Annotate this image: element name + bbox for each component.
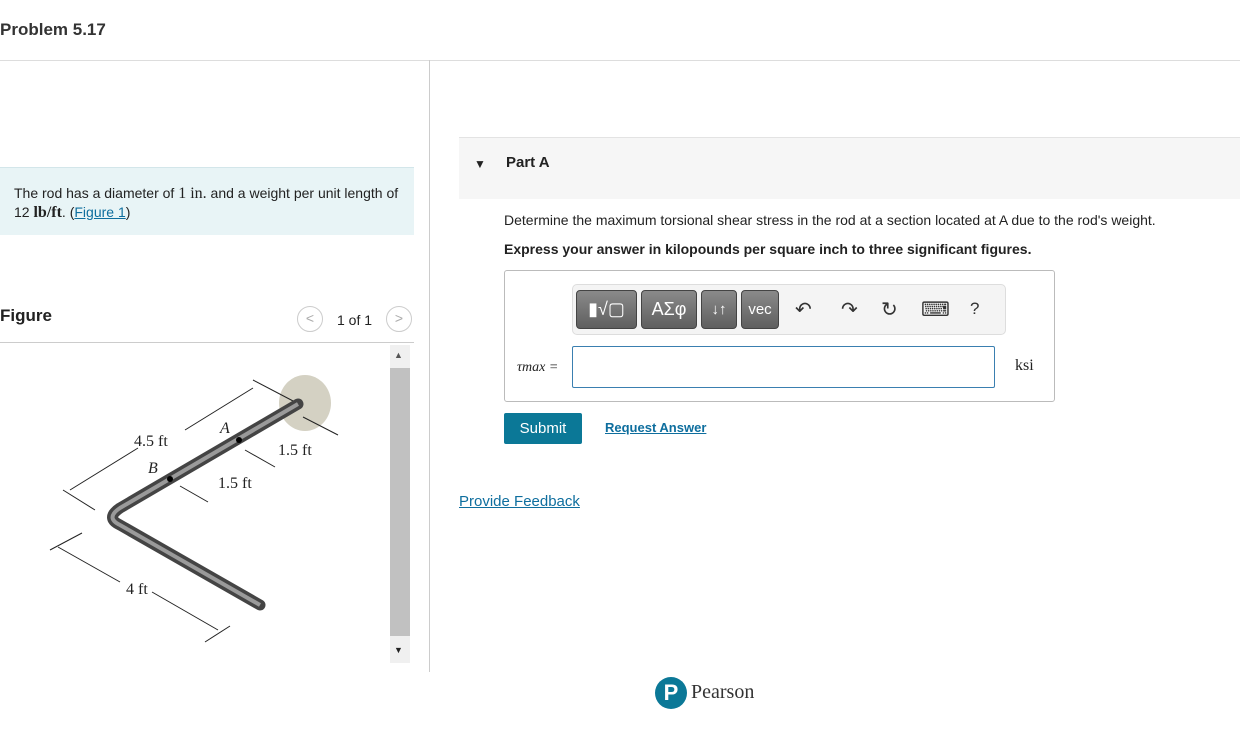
text: . ( bbox=[61, 204, 75, 220]
keyboard-icon[interactable]: ⌨ bbox=[921, 297, 950, 322]
next-figure-button[interactable]: > bbox=[386, 306, 412, 332]
collapse-caret-icon[interactable]: ▼ bbox=[474, 157, 486, 171]
reset-icon[interactable]: ↻ bbox=[881, 297, 898, 322]
redo-icon[interactable]: ↷ bbox=[841, 297, 858, 322]
rod-figure: 4.5 ft A B 1.5 ft 1.5 ft 4 ft bbox=[49, 375, 339, 643]
pearson-logo-icon: P bbox=[655, 677, 687, 709]
unit-label: ksi bbox=[1015, 357, 1034, 374]
problem-statement: The rod has a diameter of 1 in. and a we… bbox=[0, 167, 414, 235]
wall-support bbox=[279, 375, 331, 431]
answer-input[interactable] bbox=[572, 346, 995, 388]
submit-button[interactable]: Submit bbox=[504, 413, 582, 444]
point-b bbox=[167, 476, 173, 482]
diameter: 1 in. bbox=[178, 185, 207, 202]
label-a: A bbox=[219, 420, 230, 437]
greek-button[interactable]: ΑΣφ bbox=[641, 290, 697, 329]
question-text: Determine the maximum torsional shear st… bbox=[504, 212, 1156, 228]
figure-link[interactable]: Figure 1 bbox=[74, 204, 125, 220]
weight-unit: lb/ft bbox=[33, 204, 62, 221]
arrows-button[interactable]: ↓↑ bbox=[701, 290, 737, 329]
instruction-text: Express your answer in kilopounds per sq… bbox=[504, 241, 1032, 257]
scroll-up-icon[interactable]: ▲ bbox=[394, 350, 403, 360]
variable-label: τmax = bbox=[517, 360, 559, 375]
figure-heading: Figure bbox=[0, 306, 52, 325]
panel-divider[interactable] bbox=[429, 60, 430, 672]
dim-label: 4 ft bbox=[126, 581, 148, 598]
provide-feedback-link[interactable]: Provide Feedback bbox=[459, 493, 580, 510]
undo-icon[interactable]: ↶ bbox=[795, 297, 812, 322]
part-title: Part A bbox=[506, 154, 550, 171]
point-a bbox=[236, 437, 242, 443]
part-a-header[interactable]: ▼ Part A bbox=[459, 137, 1240, 199]
dim-label: 1.5 ft bbox=[278, 442, 312, 459]
scrollbar-thumb[interactable] bbox=[390, 368, 410, 636]
text: The rod has a diameter of bbox=[14, 185, 179, 201]
text: ) bbox=[125, 204, 131, 220]
request-answer-link[interactable]: Request Answer bbox=[605, 420, 706, 435]
math-toolbar: ▮√▢ ΑΣφ ↓↑ vec ↶ ↷ ↻ ⌨ ? bbox=[572, 284, 1006, 335]
templates-button[interactable]: ▮√▢ bbox=[576, 290, 637, 329]
divider bbox=[0, 60, 1240, 61]
brand-name: Pearson bbox=[691, 681, 755, 703]
dim-label: 1.5 ft bbox=[218, 475, 252, 492]
scroll-down-icon[interactable]: ▼ bbox=[394, 645, 403, 655]
problem-title: Problem 5.17 bbox=[0, 20, 106, 39]
vec-button[interactable]: vec bbox=[741, 290, 779, 329]
help-icon[interactable]: ? bbox=[970, 299, 979, 319]
label-b: B bbox=[148, 460, 158, 477]
dim-label: 4.5 ft bbox=[134, 433, 168, 450]
divider bbox=[0, 342, 414, 343]
figure-pager: 1 of 1 bbox=[337, 312, 373, 328]
prev-figure-button[interactable]: < bbox=[297, 306, 323, 332]
